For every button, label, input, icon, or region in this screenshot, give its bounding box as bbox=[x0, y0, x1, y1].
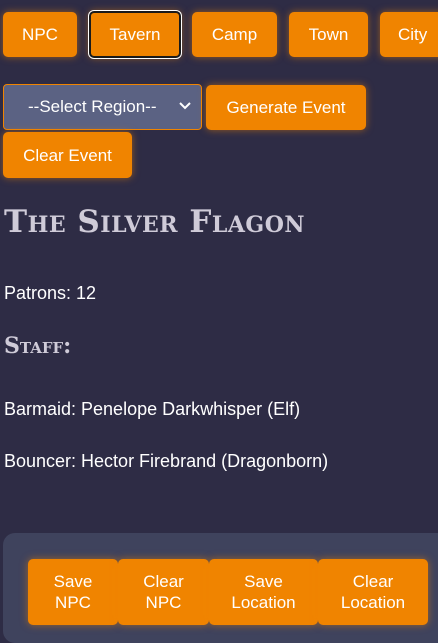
city-tab-button[interactable]: City bbox=[380, 12, 438, 57]
save-location-label-2: Location bbox=[231, 593, 296, 612]
region-select[interactable]: --Select Region-- bbox=[3, 84, 202, 130]
clear-location-label-1: Clear bbox=[352, 572, 394, 591]
clear-location-label-2: Location bbox=[340, 593, 406, 612]
save-npc-label-1: Save bbox=[53, 572, 93, 591]
save-location-label-1: Save bbox=[244, 572, 283, 591]
staff-barmaid: Barmaid: Penelope Darkwhisper (Elf) bbox=[4, 399, 301, 419]
tavern-tab-button[interactable]: Tavern bbox=[89, 11, 181, 58]
clear-npc-label-2: NPC bbox=[145, 593, 182, 612]
staff-bouncer: Bouncer: Hector Firebrand (Dragonborn) bbox=[4, 451, 329, 471]
generate-event-button[interactable]: Generate Event bbox=[206, 85, 366, 130]
clear-npc-button[interactable]: Clear NPC bbox=[118, 559, 209, 625]
town-tab-button[interactable]: Town bbox=[289, 12, 368, 57]
camp-tab-button[interactable]: Camp bbox=[192, 12, 277, 57]
chevron-down-icon bbox=[179, 102, 191, 110]
tavern-name-heading: The Silver Flagon bbox=[4, 204, 305, 240]
clear-npc-label-1: Clear bbox=[143, 572, 184, 591]
save-npc-button[interactable]: Save NPC bbox=[28, 559, 118, 625]
clear-event-button[interactable]: Clear Event bbox=[3, 132, 132, 178]
clear-location-button[interactable]: Clear Location bbox=[318, 559, 428, 625]
npc-tab-button[interactable]: NPC bbox=[3, 12, 77, 57]
save-location-button[interactable]: Save Location bbox=[209, 559, 318, 625]
save-npc-label-2: NPC bbox=[55, 593, 91, 612]
patrons-count: Patrons: 12 bbox=[4, 283, 97, 303]
region-select-value: --Select Region-- bbox=[28, 97, 157, 116]
staff-heading: Staff: bbox=[4, 333, 72, 359]
